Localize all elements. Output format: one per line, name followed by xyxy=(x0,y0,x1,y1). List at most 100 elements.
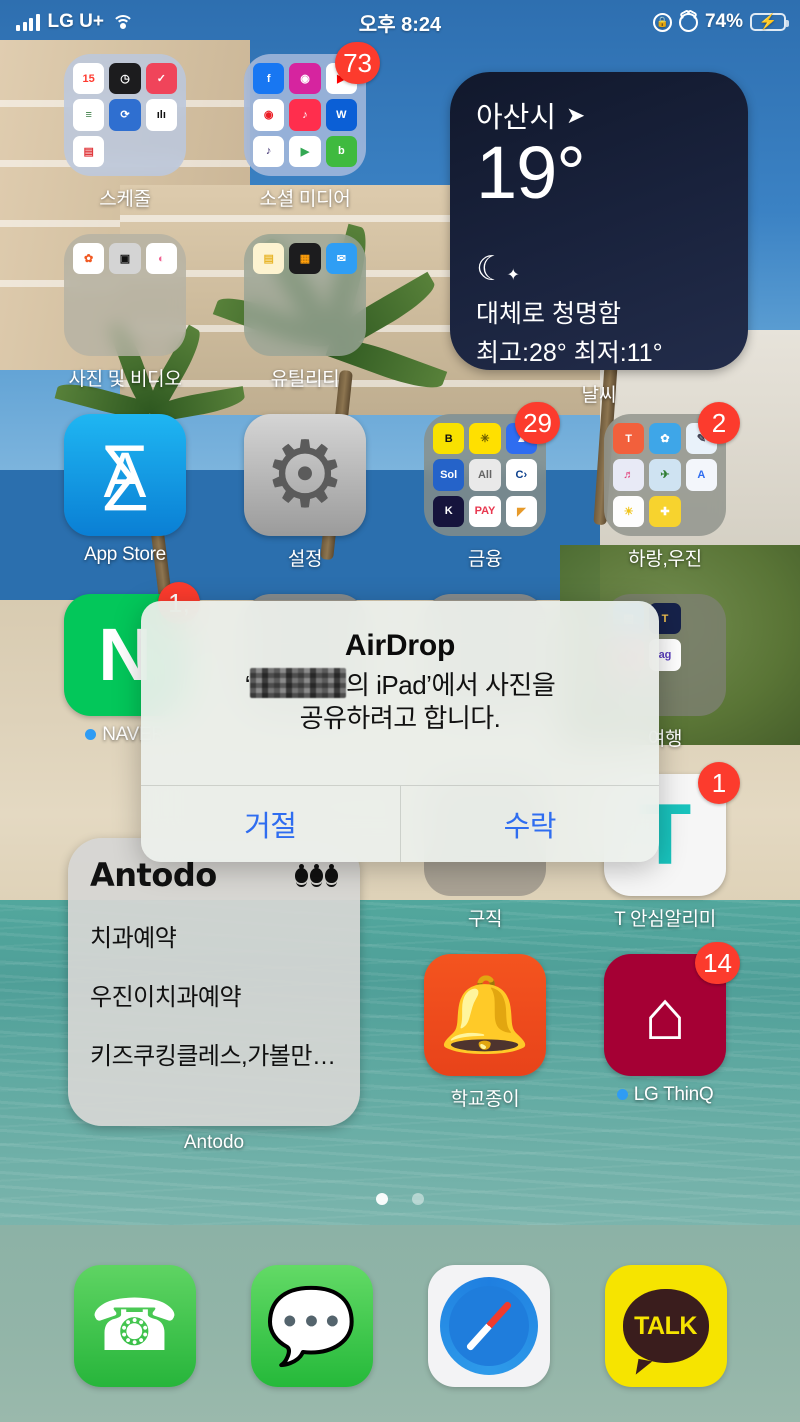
ibk-app[interactable]: ◤ xyxy=(505,495,537,527)
tiktok-app[interactable]: ♪ xyxy=(289,99,321,131)
home-folder[interactable]: T ✿ ✎ ♬ ✈ A ☀ ✚ 2 하랑,우진 xyxy=(575,402,755,571)
filter-app[interactable]: ◐ xyxy=(145,243,177,275)
antodo-item[interactable]: 키즈쿠킹클레스,가볼만… xyxy=(90,1036,338,1071)
page-indicator-dots[interactable] xyxy=(0,1193,800,1205)
home-folder[interactable]: 15 ◷ ✓ ≡ ⟳ ılı ▤ 스케줄 xyxy=(35,54,215,211)
weather-high-low: 최고:28° 최저:11° xyxy=(476,338,663,367)
new-app-dot xyxy=(85,729,97,741)
airdrop-dialog-buttons: 거절 수락 xyxy=(141,785,659,862)
citi-app[interactable]: C› xyxy=(505,459,537,491)
health-app[interactable]: ✚ xyxy=(649,495,681,527)
icon-wrapper[interactable]: ⌂ 14 xyxy=(604,942,740,1076)
weather-city-row: 아산시 ➤ xyxy=(476,94,722,136)
outdoor-app[interactable]: ✈ xyxy=(649,459,681,491)
instagram-app[interactable]: ◉ xyxy=(289,63,321,95)
band-app[interactable]: ♪ xyxy=(253,135,285,167)
dock-item-kakaotalk[interactable]: TALK xyxy=(604,1265,727,1387)
kbank-app[interactable]: K xyxy=(433,495,465,527)
calculator-app[interactable]: ▦ xyxy=(289,243,321,275)
toktok-kids-app[interactable]: T xyxy=(613,423,645,455)
antodo-item[interactable]: 치과예약 xyxy=(90,918,338,953)
app-label: LG ThinQ xyxy=(575,1084,755,1106)
dental-kids-app[interactable]: ☀ xyxy=(613,495,645,527)
calendar-app[interactable]: 15 xyxy=(73,63,105,95)
kakaobank-app[interactable]: B xyxy=(433,423,465,455)
wadiz-app[interactable]: W xyxy=(325,99,357,131)
habit-app[interactable]: ılı xyxy=(145,99,177,131)
dock-item-phone[interactable]: ☎ xyxy=(73,1265,196,1387)
home-folder[interactable]: ▤ ▦ ✉ 유틸리티 xyxy=(215,234,395,391)
empty-slot xyxy=(73,279,104,310)
empty-slot xyxy=(109,279,140,310)
kbbank-app[interactable]: ✳ xyxy=(469,423,501,455)
icon-wrapper[interactable]: 🔔 xyxy=(424,954,546,1076)
dock-item-messages[interactable]: 💬 xyxy=(250,1265,373,1387)
app-label: 소셜 미디어 xyxy=(259,189,351,210)
empty-slot xyxy=(686,676,717,707)
shinhan-app[interactable]: Sol xyxy=(433,459,465,491)
status-bar: LG U+ 오후 8:24 🔒 74% ⚡ xyxy=(0,0,800,44)
home-app-icon[interactable]: ⌂ 14 LG ThinQ xyxy=(575,942,755,1106)
app-label: 스케줄 xyxy=(99,189,151,210)
clock-app[interactable]: ◷ xyxy=(109,63,141,95)
nhbank-app[interactable]: All xyxy=(469,459,501,491)
home-folder[interactable]: ✿ ▣ ◐ 사진 및 비디오 xyxy=(35,234,215,391)
antodo-widget[interactable]: Antodo 치과예약 우진이치과예약 키즈쿠킹클레스,가볼만… xyxy=(68,838,360,1126)
airdrop-dialog[interactable]: AirDrop ‘의 iPad’에서 사진을 공유하려고 합니다. 거절 수락 xyxy=(141,601,659,862)
weather-temperature: 19° xyxy=(476,131,586,214)
schedule-app[interactable]: ▤ xyxy=(73,135,105,167)
playstore-app[interactable]: ▶ xyxy=(289,135,321,167)
kids-song-app[interactable]: ♬ xyxy=(613,459,645,491)
home-folder[interactable]: B✳▲SolAllC›KPAY◤29 금융 xyxy=(395,402,575,571)
dock-item-safari[interactable] xyxy=(427,1265,550,1387)
photos-app[interactable]: ✿ xyxy=(73,243,105,275)
airdrop-accept-button[interactable]: 수락 xyxy=(401,786,660,862)
home-app-icon[interactable]: 🔔 학교종이 xyxy=(395,954,575,1111)
empty-slot xyxy=(109,136,140,167)
facebook-app[interactable]: f xyxy=(253,63,285,95)
icon-wrapper[interactable]: f ◉ ▶ ◉ ♪ W ♪ ▶ b 73 xyxy=(244,42,380,176)
sync-app[interactable]: ⟳ xyxy=(109,99,141,131)
empty-slot xyxy=(146,279,177,310)
airdrop-message-line2: 공유하려고 합니다. xyxy=(299,703,501,734)
notes-app[interactable]: ▤ xyxy=(253,243,285,275)
page-dot[interactable] xyxy=(376,1193,388,1205)
payco-app[interactable]: PAY xyxy=(469,495,501,527)
empty-slot xyxy=(253,316,284,347)
todo-app[interactable]: ✓ xyxy=(145,63,177,95)
icon-wrapper[interactable]: 15 ◷ ✓ ≡ ⟳ ılı ▤ xyxy=(64,54,186,176)
afreeca-app[interactable]: ◉ xyxy=(253,99,285,131)
empty-slot xyxy=(686,603,717,634)
icon-wrapper[interactable]: ∑ A xyxy=(64,414,186,536)
home-app-icon[interactable]: ∑ A App Store xyxy=(35,414,215,566)
location-arrow-icon: ➤ xyxy=(566,101,586,128)
icon-wrapper[interactable]: B✳▲SolAllC›KPAY◤29 xyxy=(424,402,560,536)
blog-app[interactable]: b xyxy=(325,135,357,167)
app-label: 하랑,우진 xyxy=(628,549,702,570)
page-dot[interactable] xyxy=(412,1193,424,1205)
planner-app[interactable]: ≡ xyxy=(73,99,105,131)
icon-wrapper[interactable]: ✿ ▣ ◐ xyxy=(64,234,186,356)
weather-widget-label: 날씨 xyxy=(581,385,617,406)
airdrop-decline-button[interactable]: 거절 xyxy=(141,786,401,862)
camera-app[interactable]: ▣ xyxy=(109,243,141,275)
english-app[interactable]: A xyxy=(685,459,717,491)
icon-wrapper[interactable]: ▤ ▦ ✉ xyxy=(244,234,366,356)
kids-game-app[interactable]: ✿ xyxy=(649,423,681,455)
app-label: 구직 xyxy=(467,909,503,930)
empty-slot xyxy=(686,496,717,527)
icon-wrapper[interactable]: ⚙ xyxy=(244,414,366,536)
airdrop-dialog-message: ‘의 iPad’에서 사진을 공유하려고 합니다. xyxy=(171,668,629,736)
icon-wrapper[interactable]: T ✿ ✎ ♬ ✈ A ☀ ✚ 2 xyxy=(604,402,740,536)
empty-slot xyxy=(73,316,104,347)
antodo-item[interactable]: 우진이치과예약 xyxy=(90,977,338,1012)
empty-slot xyxy=(146,136,177,167)
mail-app[interactable]: ✉ xyxy=(325,243,357,275)
empty-slot xyxy=(253,279,284,310)
app-label: App Store xyxy=(84,544,166,565)
home-folder[interactable]: f ◉ ▶ ◉ ♪ W ♪ ▶ b 73 소셜 미디어 xyxy=(215,42,395,211)
airdrop-dialog-body: AirDrop ‘의 iPad’에서 사진을 공유하려고 합니다. xyxy=(141,601,659,785)
home-app-icon[interactable]: ⚙ 설정 xyxy=(215,414,395,571)
weather-widget[interactable]: 아산시 ➤ 19° ☾✦ 대체로 청명함 최고:28° 최저:11° xyxy=(450,72,748,370)
moon-stars-icon: ☾✦ xyxy=(476,249,520,288)
